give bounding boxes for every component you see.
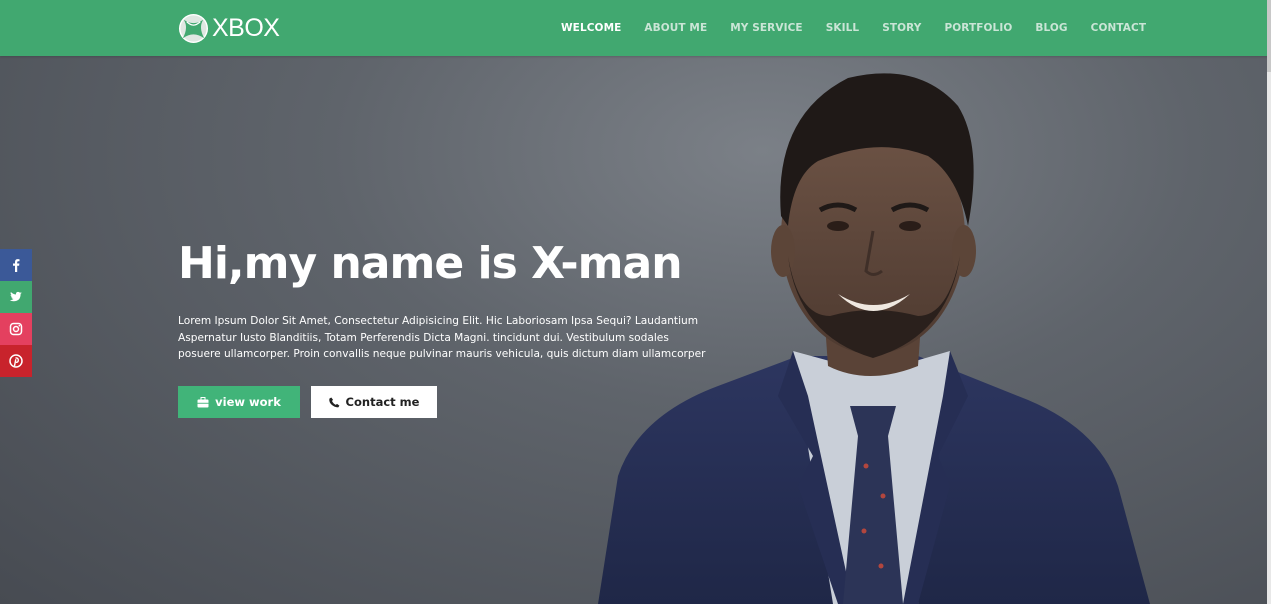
nav-item-welcome[interactable]: WELCOME (561, 22, 621, 34)
phone-icon (328, 397, 339, 407)
contact-me-label: Contact me (345, 395, 420, 409)
nav-item-story[interactable]: STORY (882, 22, 921, 34)
social-sidebar (0, 249, 32, 377)
scrollbar-thumb[interactable] (1267, 0, 1271, 72)
page-scrollbar[interactable] (1267, 0, 1271, 604)
pinterest-button[interactable] (0, 345, 32, 377)
nav-item-skill[interactable]: SKILL (826, 22, 860, 34)
briefcase-icon (197, 396, 209, 407)
top-header: XBOX WELCOME ABOUT ME MY SERVICE SKILL S… (0, 0, 1271, 56)
twitter-button[interactable] (0, 281, 32, 313)
instagram-button[interactable] (0, 313, 32, 345)
hero-description: Lorem Ipsum Dolor Sit Amet, Consectetur … (178, 315, 706, 360)
instagram-icon (9, 322, 23, 336)
nav-item-contact[interactable]: CONTACT (1091, 22, 1146, 34)
xbox-logo-icon (178, 13, 209, 43)
brand-logo[interactable]: XBOX (178, 12, 280, 44)
nav-item-about-me[interactable]: ABOUT ME (644, 22, 707, 34)
nav-item-my-service[interactable]: MY SERVICE (730, 22, 802, 34)
brand-name: XBOX (212, 14, 280, 42)
twitter-icon (9, 291, 22, 302)
pinterest-icon (9, 354, 23, 368)
facebook-button[interactable] (0, 249, 32, 281)
contact-me-button[interactable]: Contact me (311, 386, 437, 418)
nav-item-blog[interactable]: BLOG (1035, 22, 1067, 34)
hero-section: XBOX WELCOME ABOUT ME MY SERVICE SKILL S… (0, 0, 1271, 604)
view-work-button[interactable]: view work (178, 386, 300, 418)
hero-headline: Hi,my name is X-man (178, 238, 683, 289)
facebook-icon (13, 259, 20, 272)
main-nav: WELCOME ABOUT ME MY SERVICE SKILL STORY … (561, 0, 1169, 56)
nav-item-portfolio[interactable]: PORTFOLIO (944, 22, 1012, 34)
view-work-label: view work (215, 395, 281, 409)
